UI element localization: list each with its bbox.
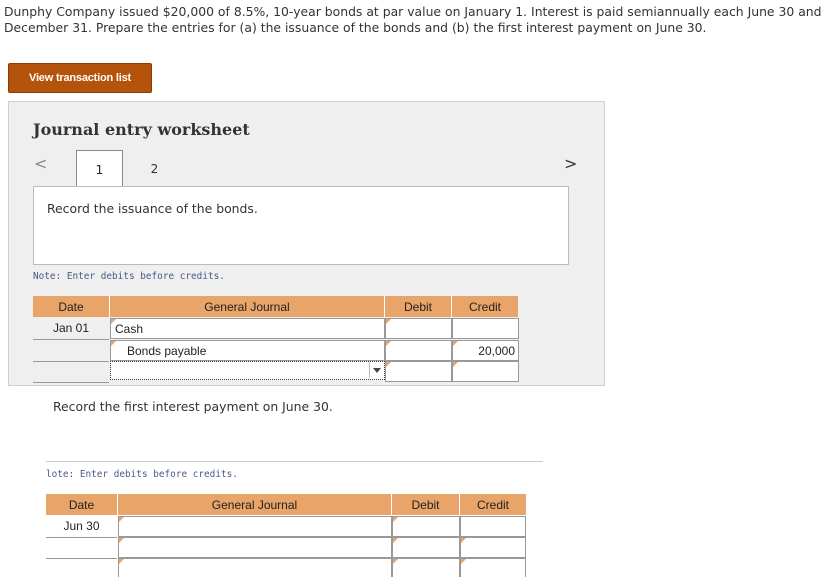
row1-debit[interactable] bbox=[385, 318, 452, 339]
j2-row1-date[interactable]: Jun 30 bbox=[46, 516, 117, 538]
header-debit: Debit bbox=[385, 296, 452, 317]
header-credit-2: Credit bbox=[460, 494, 526, 515]
instruction-box bbox=[33, 186, 569, 265]
row3-credit-flag-icon bbox=[453, 362, 458, 367]
j2-row2-date[interactable] bbox=[46, 537, 117, 559]
instruction-text-2: Record the first interest payment on Jun… bbox=[53, 399, 333, 414]
row2-credit[interactable]: 20,000 bbox=[452, 340, 519, 361]
tab-1[interactable]: 1 bbox=[76, 150, 123, 188]
dropdown-arrow-icon[interactable] bbox=[369, 362, 384, 378]
j2-row1-debit-flag-icon bbox=[393, 517, 398, 522]
j2-row1-account[interactable] bbox=[118, 516, 392, 537]
j2-row2-account-flag-icon bbox=[119, 538, 124, 543]
header-date: Date bbox=[33, 296, 110, 317]
row3-debit[interactable] bbox=[385, 361, 452, 382]
prev-arrow-icon[interactable]: < bbox=[34, 154, 47, 173]
j2-row3-debit-flag-icon bbox=[393, 559, 398, 564]
worksheet-title: Journal entry worksheet bbox=[33, 120, 250, 139]
problem-statement: Dunphy Company issued $20,000 of 8.5%, 1… bbox=[4, 4, 822, 35]
row3-account-select[interactable] bbox=[110, 361, 385, 380]
row1-account[interactable]: Cash bbox=[110, 318, 385, 339]
row2-debit-flag-icon bbox=[386, 341, 391, 346]
row2-debit[interactable] bbox=[385, 340, 452, 361]
j2-row2-account[interactable] bbox=[118, 537, 392, 558]
tab-2[interactable]: 2 bbox=[132, 150, 177, 187]
j2-row3-credit-flag-icon bbox=[461, 559, 466, 564]
j2-row3-account[interactable] bbox=[118, 558, 392, 577]
header-debit-2: Debit bbox=[392, 494, 460, 515]
row2-date[interactable] bbox=[33, 340, 109, 362]
row2-credit-flag-icon bbox=[453, 341, 458, 346]
row1-debit-flag-icon bbox=[386, 319, 391, 324]
j2-row3-debit[interactable] bbox=[392, 558, 460, 577]
row3-date[interactable] bbox=[33, 361, 109, 383]
header-general-journal: General Journal bbox=[110, 296, 385, 317]
j2-row3-account-flag-icon bbox=[119, 559, 124, 564]
header-date-2: Date bbox=[46, 494, 118, 515]
j2-row2-debit-flag-icon bbox=[393, 538, 398, 543]
row1-date[interactable]: Jan 01 bbox=[33, 318, 109, 340]
j2-row2-debit[interactable] bbox=[392, 537, 460, 558]
row1-credit[interactable] bbox=[452, 318, 519, 339]
header-credit: Credit bbox=[452, 296, 518, 317]
row3-debit-flag-icon bbox=[386, 362, 391, 367]
j2-row3-credit[interactable] bbox=[460, 558, 526, 577]
row3-credit[interactable] bbox=[452, 361, 519, 382]
view-transaction-list-button[interactable]: View transaction list bbox=[8, 63, 152, 93]
note-debits-before-credits: Note: Enter debits before credits. bbox=[33, 271, 225, 282]
j2-row1-debit[interactable] bbox=[392, 516, 460, 537]
divider bbox=[46, 461, 543, 462]
j2-row2-credit-flag-icon bbox=[461, 538, 466, 543]
header-general-journal-2: General Journal bbox=[118, 494, 392, 515]
row2-account-flag-icon bbox=[111, 341, 116, 346]
j2-row1-credit[interactable] bbox=[460, 516, 526, 537]
next-arrow-icon[interactable]: > bbox=[564, 154, 577, 173]
j2-row2-credit[interactable] bbox=[460, 537, 526, 558]
j2-row1-account-flag-icon bbox=[119, 517, 124, 522]
row2-account[interactable]: Bonds payable bbox=[110, 340, 385, 361]
note-debits-before-credits-2: lote: Enter debits before credits. bbox=[46, 469, 238, 480]
row1-account-flag-icon bbox=[111, 319, 116, 324]
j2-row3-date[interactable] bbox=[46, 558, 117, 576]
instruction-text: Record the issuance of the bonds. bbox=[47, 201, 258, 216]
